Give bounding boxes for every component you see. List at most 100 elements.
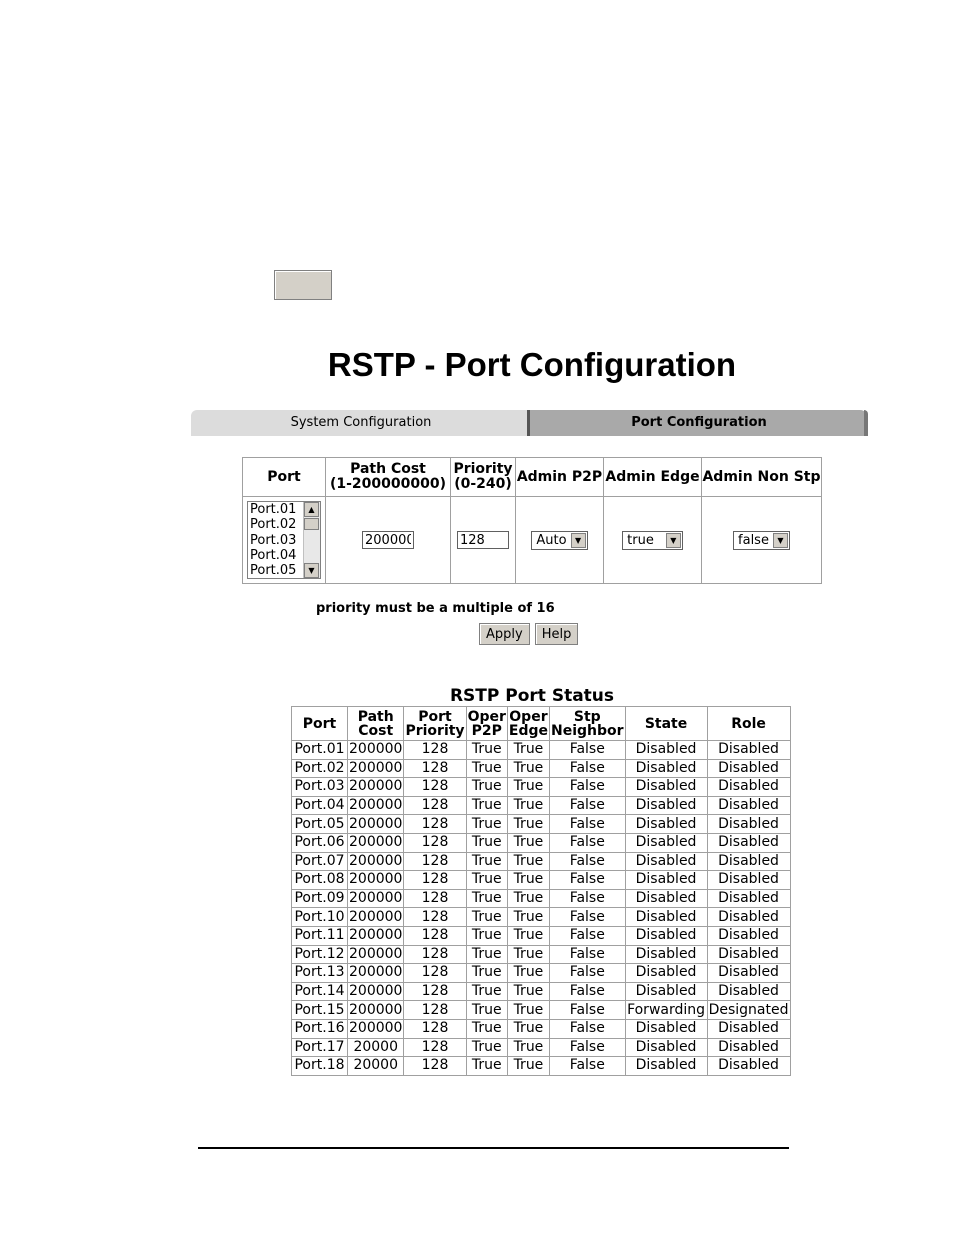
status-table-body: Port.01 200000 128 True True False Disabled Dis… bbox=[291, 740, 791, 1076]
table-cell: Disabled bbox=[624, 1018, 708, 1039]
table-cell: Port.07 bbox=[291, 851, 348, 872]
table-cell: True bbox=[465, 851, 508, 872]
table-cell: Port.11 bbox=[291, 925, 348, 946]
table-cell: True bbox=[506, 907, 551, 927]
table-cell: 128 bbox=[403, 888, 467, 909]
status-title: RSTP Port Status bbox=[449, 686, 615, 706]
scroll-thumb[interactable] bbox=[304, 518, 319, 530]
table-cell: 200000 bbox=[346, 1018, 405, 1039]
table-cell: Disabled bbox=[706, 851, 791, 872]
table-cell: Disabled bbox=[624, 888, 708, 909]
table-cell: False bbox=[549, 814, 626, 834]
table-cell: False bbox=[549, 832, 626, 853]
table-cell: 200000 bbox=[346, 963, 405, 983]
table-cell: True bbox=[465, 888, 508, 909]
table-cell: False bbox=[549, 795, 626, 816]
table-cell: True bbox=[465, 907, 508, 927]
table-cell: Disabled bbox=[624, 907, 708, 927]
help-button[interactable]: Help bbox=[534, 623, 579, 645]
table-cell: 128 bbox=[403, 944, 467, 965]
table-cell: Disabled bbox=[706, 907, 791, 927]
table-cell: False bbox=[549, 740, 626, 760]
header-admin-edge: Admin Edge bbox=[603, 457, 702, 497]
table-row: Port.14 200000 128 True True False Disabled Dis… bbox=[291, 981, 791, 1002]
priority-input[interactable] bbox=[457, 531, 509, 549]
path-cost-cell bbox=[325, 496, 451, 584]
header-priority-range: (0-240) bbox=[454, 476, 512, 492]
table-cell: Port.12 bbox=[291, 944, 348, 965]
table-cell: True bbox=[506, 963, 551, 983]
tab-system-configuration[interactable]: System Configuration bbox=[191, 410, 531, 436]
table-cell: Disabled bbox=[624, 740, 708, 760]
table-cell: 20000 bbox=[346, 1037, 405, 1058]
table-cell: Disabled bbox=[706, 777, 791, 797]
table-cell: True bbox=[506, 795, 551, 816]
table-cell: 200000 bbox=[346, 888, 405, 909]
table-cell: Port.03 bbox=[291, 777, 348, 797]
table-row: Port.05 200000 128 True True False Disabled Dis… bbox=[291, 814, 791, 834]
top-button[interactable] bbox=[274, 270, 332, 300]
path-cost-input[interactable] bbox=[362, 531, 414, 549]
table-row: Port.08 200000 128 True True False Disabled Dis… bbox=[291, 870, 791, 890]
table-row: Port.18 20000 128 True True False Disabled Disa… bbox=[291, 1056, 791, 1076]
table-cell: 200000 bbox=[346, 832, 405, 853]
table-cell: Disabled bbox=[624, 963, 708, 983]
table-cell: True bbox=[506, 1000, 551, 1020]
chevron-down-icon[interactable]: ▼ bbox=[665, 532, 681, 548]
table-cell: True bbox=[506, 832, 551, 853]
admin-p2p-select[interactable]: Auto ▼ bbox=[531, 530, 588, 550]
scroll-down-icon[interactable]: ▼ bbox=[304, 563, 319, 578]
table-cell: True bbox=[465, 795, 508, 816]
table-row: Port.13 200000 128 True True False Disabled Dis… bbox=[291, 963, 791, 983]
tab-bar: System Configuration Port Configuration bbox=[191, 410, 868, 436]
table-cell: True bbox=[506, 944, 551, 965]
admin-edge-select[interactable]: true ▼ bbox=[622, 530, 683, 550]
table-cell: Disabled bbox=[706, 795, 791, 816]
table-cell: True bbox=[506, 981, 551, 1002]
table-row: Port.15 200000 128 True True False Forwarding D… bbox=[291, 1000, 791, 1020]
table-cell: 200000 bbox=[346, 851, 405, 872]
table-cell: True bbox=[465, 944, 508, 965]
table-cell: Disabled bbox=[706, 963, 791, 983]
status-header-stp-neighbor-2: Neighbor bbox=[551, 722, 624, 739]
chevron-down-icon[interactable]: ▼ bbox=[772, 532, 788, 548]
table-cell: Disabled bbox=[624, 814, 708, 834]
apply-button[interactable]: Apply bbox=[479, 623, 530, 645]
table-cell: True bbox=[465, 832, 508, 853]
header-admin-p2p: Admin P2P bbox=[515, 457, 604, 497]
table-cell: 200000 bbox=[346, 925, 405, 946]
table-row: Port.06 200000 128 True True False Disabled Dis… bbox=[291, 832, 791, 853]
table-cell: Disabled bbox=[706, 740, 791, 760]
table-cell: 200000 bbox=[346, 981, 405, 1002]
scroll-up-icon[interactable]: ▲ bbox=[304, 502, 319, 517]
table-cell: Disabled bbox=[624, 944, 708, 965]
status-header-path-cost: Path Cost bbox=[346, 706, 405, 741]
port-list-scrollbar[interactable]: ▲ ▼ bbox=[303, 502, 320, 578]
table-cell: Disabled bbox=[624, 1037, 708, 1058]
table-cell: True bbox=[465, 870, 508, 890]
table-cell: 128 bbox=[403, 1018, 467, 1039]
table-cell: Port.01 bbox=[291, 740, 348, 760]
tab-port-configuration[interactable]: Port Configuration bbox=[527, 410, 868, 436]
port-listbox[interactable]: Port.01 Port.02 Port.03 Port.04 Port.05 … bbox=[247, 501, 321, 579]
admin-non-stp-select[interactable]: false ▼ bbox=[733, 530, 790, 550]
table-cell: 128 bbox=[403, 814, 467, 834]
table-cell: Disabled bbox=[706, 832, 791, 853]
table-cell: Disabled bbox=[624, 1056, 708, 1076]
admin-p2p-cell: Auto ▼ bbox=[515, 496, 604, 584]
table-cell: Disabled bbox=[706, 758, 791, 779]
table-cell: True bbox=[506, 1037, 551, 1058]
table-cell: 128 bbox=[403, 740, 467, 760]
table-cell: True bbox=[465, 777, 508, 797]
table-cell: 128 bbox=[403, 870, 467, 890]
admin-edge-cell: true ▼ bbox=[603, 496, 702, 584]
table-cell: Port.05 bbox=[291, 814, 348, 834]
table-row: Port.09 200000 128 True True False Disabled Dis… bbox=[291, 888, 791, 909]
table-cell: 128 bbox=[403, 795, 467, 816]
table-cell: 128 bbox=[403, 1056, 467, 1076]
table-cell: Disabled bbox=[624, 832, 708, 853]
table-cell: True bbox=[465, 1000, 508, 1020]
chevron-down-icon[interactable]: ▼ bbox=[570, 532, 586, 548]
table-cell: Disabled bbox=[706, 925, 791, 946]
table-cell: True bbox=[465, 1056, 508, 1076]
